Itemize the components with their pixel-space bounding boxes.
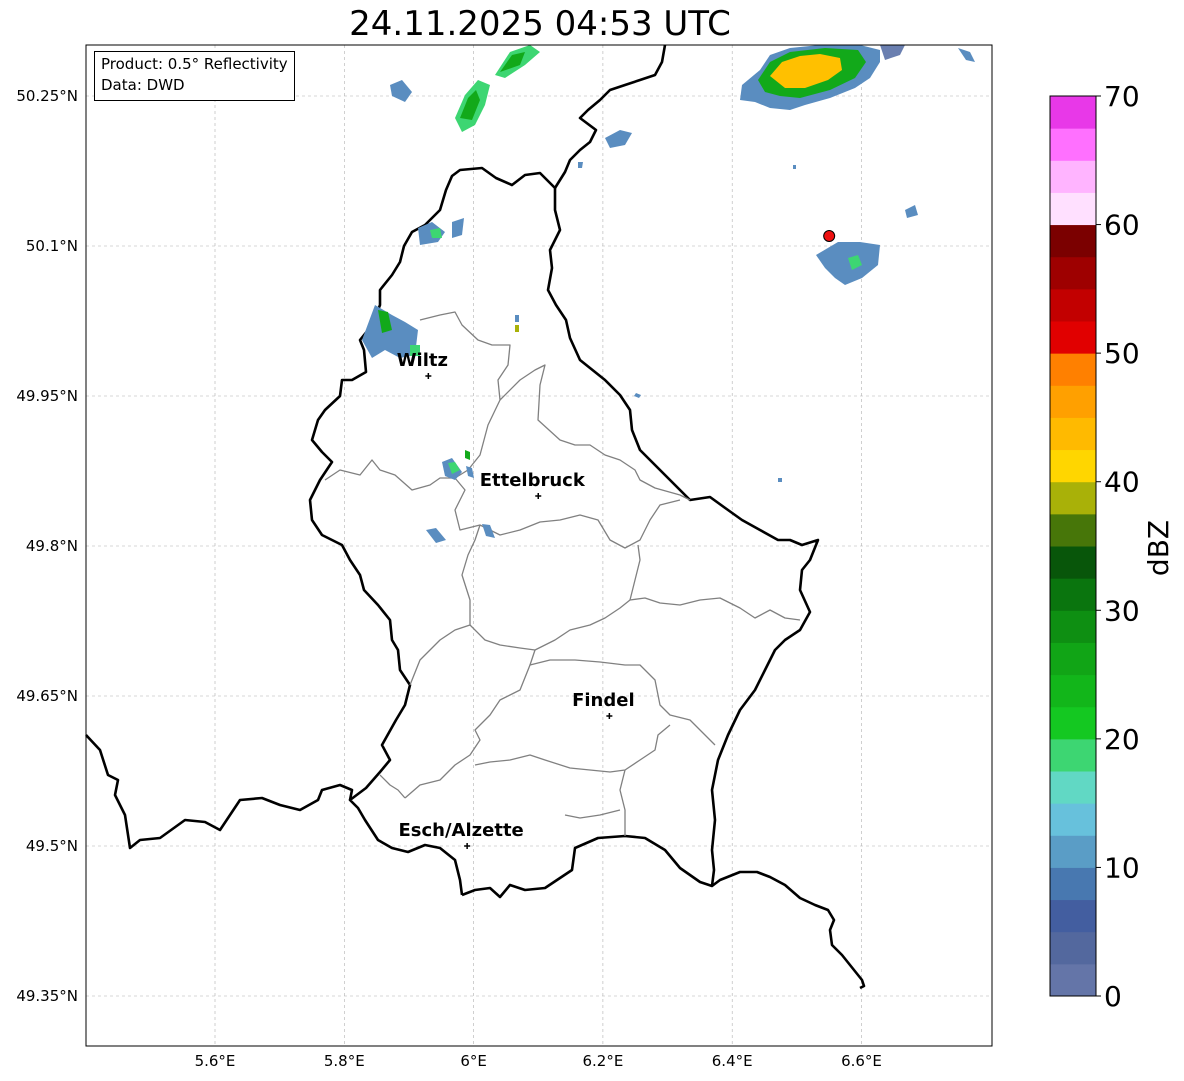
lon-tick-label: 5.8°E: [324, 1052, 365, 1070]
colorbar-segment: [1050, 610, 1096, 643]
lat-tick-label: 49.35°N: [16, 987, 78, 1005]
colorbar-segment: [1050, 578, 1096, 611]
info-box: Product: 0.5° Reflectivity Data: DWD: [94, 51, 295, 101]
colorbar-segment: [1050, 899, 1096, 933]
city-label: Ettelbruck: [480, 470, 586, 491]
lat-tick-label: 50.1°N: [26, 237, 78, 255]
colorbar-tick-label: 10: [1104, 851, 1140, 884]
colorbar-segment: [1050, 803, 1096, 836]
colorbar-tick-label: 20: [1104, 723, 1140, 756]
colorbar-label: dBZ: [1142, 520, 1175, 576]
colorbar-segment: [1050, 674, 1096, 708]
colorbar-tick-label: 30: [1104, 594, 1140, 627]
colorbar-tick-label: 70: [1104, 80, 1140, 113]
colorbar-segment: [1050, 738, 1096, 772]
colorbar-segment: [1050, 224, 1096, 258]
colorbar-tick-label: 60: [1104, 209, 1140, 242]
product-label: Product: 0.5° Reflectivity: [101, 55, 288, 73]
radar-site-marker: [823, 230, 836, 242]
lat-tick-label: 49.5°N: [26, 837, 78, 855]
colorbar-segment: [1050, 288, 1096, 322]
colorbar-segment: [1050, 481, 1096, 515]
lon-tick-label: 5.6°E: [195, 1052, 236, 1070]
colorbar-segment: [1050, 867, 1096, 901]
latitude-tick-labels: 50.25°N 50.1°N 49.95°N 49.8°N 49.65°N 49.5°N 4…: [16, 87, 78, 1005]
lat-tick-label: 49.8°N: [26, 537, 78, 555]
colorbar-segment: [1050, 963, 1096, 997]
colorbar-segment: [1050, 449, 1096, 483]
colorbar: [1049, 95, 1097, 997]
lon-tick-label: 6.4°E: [712, 1052, 753, 1070]
lon-tick-label: 6.2°E: [582, 1052, 623, 1070]
colorbar-segment: [1050, 96, 1096, 129]
colorbar-segment: [1050, 160, 1096, 193]
lat-tick-label: 49.65°N: [16, 687, 78, 705]
colorbar-tick-labels: 0 10 20 30 40 50 60 70: [1096, 80, 1140, 1013]
colorbar-segment: [1050, 128, 1096, 161]
lat-tick-label: 49.95°N: [16, 387, 78, 405]
colorbar-tick-label: 50: [1104, 337, 1140, 370]
colorbar-segment: [1050, 321, 1096, 354]
colorbar-segment: [1050, 835, 1096, 868]
colorbar-tick-label: 40: [1104, 466, 1140, 499]
colorbar-segment: [1050, 771, 1096, 804]
colorbar-segment: [1050, 706, 1096, 740]
map-background: [86, 45, 992, 1046]
city-label: Wiltz: [397, 350, 448, 371]
lat-tick-label: 50.25°N: [16, 87, 78, 105]
map-title: 24.11.2025 04:53 UTC: [349, 4, 731, 44]
lon-tick-label: 6.6°E: [841, 1052, 882, 1070]
radar-figure: WiltzEttelbruckFindelEsch/Alzette 5.6°E 5…: [16, 44, 1175, 1070]
colorbar-segment: [1050, 931, 1096, 965]
colorbar-tick-label: 0: [1104, 980, 1122, 1013]
colorbar-segment: [1050, 385, 1096, 418]
city-label: Esch/Alzette: [398, 820, 523, 841]
data-source-label: Data: DWD: [101, 76, 185, 94]
colorbar-segment: [1050, 417, 1096, 451]
colorbar-segment: [1050, 192, 1096, 226]
colorbar-segment: [1050, 353, 1096, 386]
colorbar-segment: [1050, 642, 1096, 676]
lon-tick-label: 6°E: [460, 1052, 487, 1070]
colorbar-segment: [1050, 256, 1096, 290]
colorbar-segment: [1050, 546, 1096, 579]
city-label: Findel: [572, 690, 635, 711]
longitude-tick-labels: 5.6°E 5.8°E 6°E 6.2°E 6.4°E 6.6°E: [195, 1052, 882, 1070]
colorbar-segment: [1050, 513, 1096, 547]
